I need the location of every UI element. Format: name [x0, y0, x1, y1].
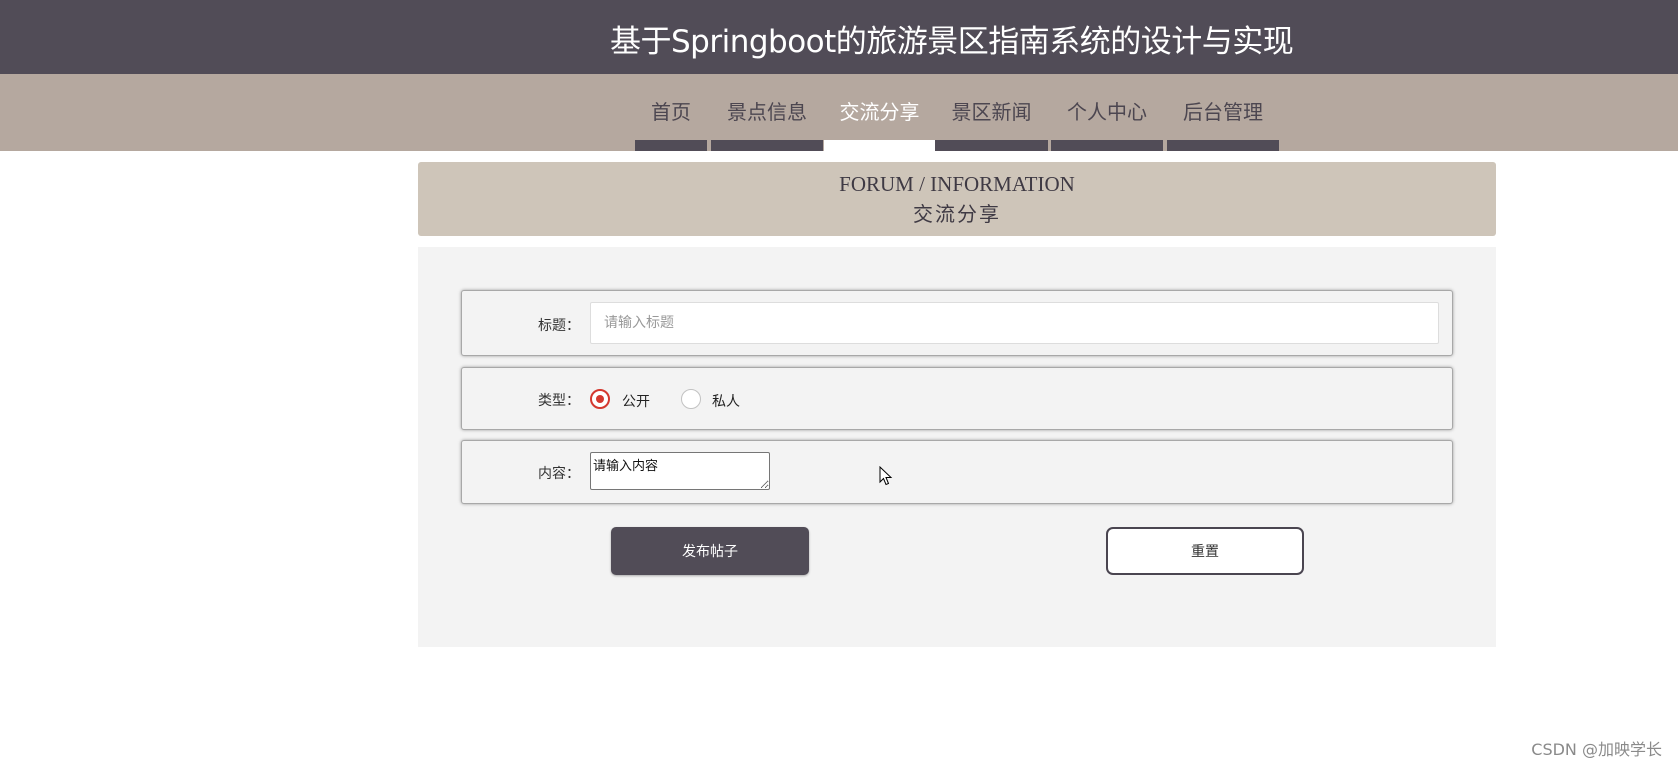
- banner-title-en: FORUM / INFORMATION: [839, 172, 1075, 196]
- nav-item-admin[interactable]: 后台管理: [1167, 74, 1279, 151]
- type-private-radio[interactable]: [681, 389, 701, 409]
- type-private-label[interactable]: 私人: [712, 391, 740, 411]
- nav-item-underline: [635, 140, 707, 151]
- nav-item-underline: [1167, 140, 1279, 151]
- watermark: CSDN @加映学长: [1531, 740, 1662, 759]
- nav-item-underline: [935, 140, 1048, 151]
- type-row: 类型： 公开 私人: [461, 367, 1453, 430]
- nav-item-news[interactable]: 景区新闻: [935, 74, 1048, 151]
- nav-item-label: 交流分享: [839, 100, 920, 124]
- nav-item-personal-center[interactable]: 个人中心: [1051, 74, 1163, 151]
- nav-item-forum[interactable]: 交流分享: [824, 74, 935, 151]
- nav-item-label: 个人中心: [1067, 100, 1147, 124]
- nav-item-label: 后台管理: [1183, 100, 1263, 124]
- content-label: 内容：: [538, 466, 580, 482]
- mouse-cursor-icon: [879, 466, 893, 486]
- reset-button[interactable]: 重置: [1106, 527, 1304, 575]
- content-row: 内容： 请输入内容: [461, 440, 1453, 504]
- site-title: 基于Springboot的旅游景区指南系统的设计与实现: [610, 24, 1294, 60]
- type-public-label[interactable]: 公开: [622, 391, 650, 411]
- post-form: 标题： 类型： 公开 私人 内容： 请输入内容 发布帖子 重置: [418, 247, 1496, 647]
- top-header: 基于Springboot的旅游景区指南系统的设计与实现: [0, 0, 1678, 74]
- nav-item-attractions[interactable]: 景点信息: [711, 74, 823, 151]
- publish-post-button[interactable]: 发布帖子: [611, 527, 809, 575]
- main-nav: 首页 景点信息 交流分享 景区新闻 个人中心 后台管理: [0, 74, 1678, 151]
- nav-item-home[interactable]: 首页: [635, 74, 707, 151]
- title-label: 标题：: [538, 318, 580, 334]
- nav-item-label: 景点信息: [727, 100, 807, 124]
- nav-item-label: 景区新闻: [951, 100, 1032, 124]
- content-textarea[interactable]: 请输入内容: [590, 452, 770, 490]
- banner-title-zh: 交流分享: [913, 202, 1001, 226]
- title-row: 标题：: [461, 290, 1453, 356]
- type-public-radio[interactable]: [590, 389, 610, 409]
- nav-item-underline: [1051, 140, 1163, 151]
- nav-item-underline: [711, 140, 823, 151]
- nav-item-label: 首页: [651, 100, 691, 124]
- section-banner: FORUM / INFORMATION 交流分享: [418, 162, 1496, 236]
- type-label: 类型：: [538, 393, 580, 409]
- title-input[interactable]: [590, 302, 1439, 344]
- nav-item-underline: [824, 140, 935, 151]
